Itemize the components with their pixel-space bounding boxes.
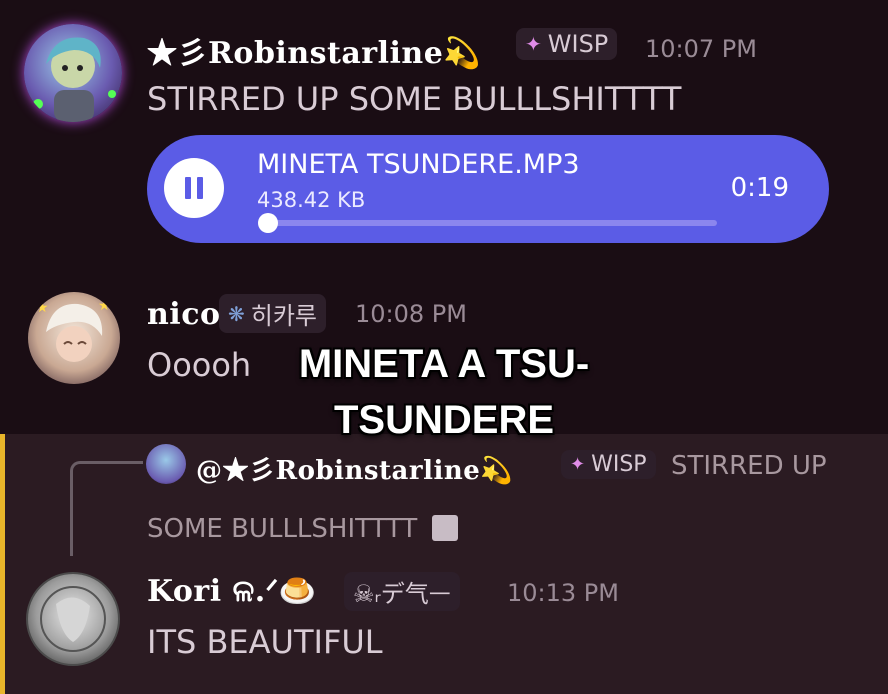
leaf-icon: ❋	[228, 301, 245, 326]
timestamp: 10:13 PM	[507, 579, 619, 607]
server-tag-label: 히카루	[250, 302, 318, 330]
timestamp: 10:07 PM	[645, 35, 757, 63]
audio-progress-track[interactable]	[259, 220, 717, 226]
wisp-icon: ✦	[525, 32, 542, 56]
server-tag-label: WISP	[547, 30, 609, 58]
wisp-icon: ✦	[570, 454, 586, 475]
pause-icon-bar	[197, 177, 203, 199]
video-caption-line2: TSUNDERE	[333, 398, 555, 442]
video-caption-line1: MINETA A TSU-	[298, 342, 590, 386]
server-tag-kori[interactable]: ☠︎ᵣデ气ᅳ	[344, 572, 460, 611]
server-tag-label: ☠︎ᵣデ气ᅳ	[353, 580, 451, 608]
svg-text:★: ★	[36, 300, 49, 316]
audio-player: MINETA TSUNDERE.MP3 438.42 KB 0:19	[147, 135, 829, 243]
message-text: STIRRED UP SOME BULLLSHITTTT	[147, 80, 682, 118]
svg-text:★: ★	[98, 298, 111, 314]
reply-connector	[70, 461, 143, 556]
avatar-robinstarline[interactable]	[24, 24, 122, 122]
message-text: Ooooh	[147, 346, 252, 384]
avatar-art	[33, 37, 116, 122]
pause-icon	[185, 177, 191, 199]
avatar-art	[40, 586, 106, 652]
pause-button[interactable]	[164, 158, 224, 218]
username-kori[interactable]: Kori ଳ.ᐟ🍮	[147, 574, 317, 609]
audio-progress-handle[interactable]	[258, 213, 279, 233]
username-robinstarline[interactable]: ★彡Robinstarline💫	[147, 28, 481, 72]
audio-file-size: 438.42 KB	[257, 188, 366, 212]
reply-avatar[interactable]	[146, 444, 186, 484]
server-tag-label: WISP	[591, 452, 647, 477]
reply-server-tag[interactable]: ✦ WISP	[561, 450, 656, 479]
timestamp: 10:08 PM	[355, 300, 467, 328]
avatar-kori[interactable]	[26, 572, 120, 666]
image-icon	[431, 515, 458, 541]
server-tag-wisp[interactable]: ✦ WISP	[516, 28, 618, 60]
username-nico[interactable]: nico	[147, 297, 220, 332]
server-tag-hikaru[interactable]: ❋ 히카루	[219, 294, 327, 333]
reply-preview-line1[interactable]: STIRRED UP	[671, 451, 827, 481]
avatar-art: ★ ★	[36, 298, 111, 362]
audio-file-name[interactable]: MINETA TSUNDERE.MP3	[257, 149, 580, 180]
audio-duration: 0:19	[730, 173, 789, 203]
message-text: ITS BEAUTIFUL	[147, 623, 383, 661]
reply-preview-line2[interactable]: SOME BULLLSHITTTT	[147, 514, 458, 544]
reply-mention[interactable]: @★彡Robinstarline💫	[196, 450, 513, 487]
avatar-nico[interactable]: ★ ★	[28, 292, 120, 384]
reply-preview-text: SOME BULLLSHITTTT	[147, 514, 418, 544]
